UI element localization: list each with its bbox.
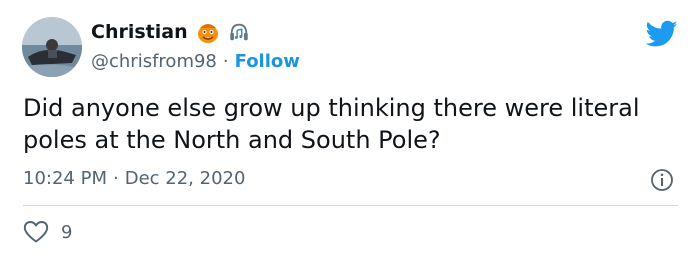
tweet-date[interactable]: Dec 22, 2020 — [125, 168, 246, 189]
handle[interactable]: @chrisfrom98 — [91, 51, 217, 72]
timestamp-separator: · — [112, 168, 119, 189]
info-icon[interactable] — [650, 168, 674, 192]
divider — [23, 205, 678, 206]
heart-icon[interactable] — [23, 220, 49, 244]
orange-character-emoji-icon — [197, 24, 218, 43]
handle-row: @chrisfrom98 · Follow — [91, 51, 300, 72]
display-name[interactable]: Christian — [91, 21, 188, 43]
handle-separator: · — [222, 51, 229, 72]
twitter-bird-icon[interactable] — [646, 20, 678, 48]
display-name-row[interactable]: Christian — [91, 20, 250, 44]
like-button[interactable]: 9 — [23, 220, 72, 244]
avatar[interactable] — [22, 17, 82, 77]
tweet-card: Christian @chrisfrom98 · Follow Did anyone… — [0, 0, 700, 257]
timestamp[interactable]: 10:24 PM · Dec 22, 2020 — [23, 168, 245, 189]
tweet-time[interactable]: 10:24 PM — [23, 168, 107, 189]
headphones-emoji-icon — [229, 23, 248, 41]
tweet-text: Did anyone else grow up thinking there w… — [23, 94, 640, 154]
follow-button[interactable]: Follow — [235, 51, 300, 72]
avatar-image — [22, 17, 82, 77]
like-count: 9 — [61, 221, 73, 243]
